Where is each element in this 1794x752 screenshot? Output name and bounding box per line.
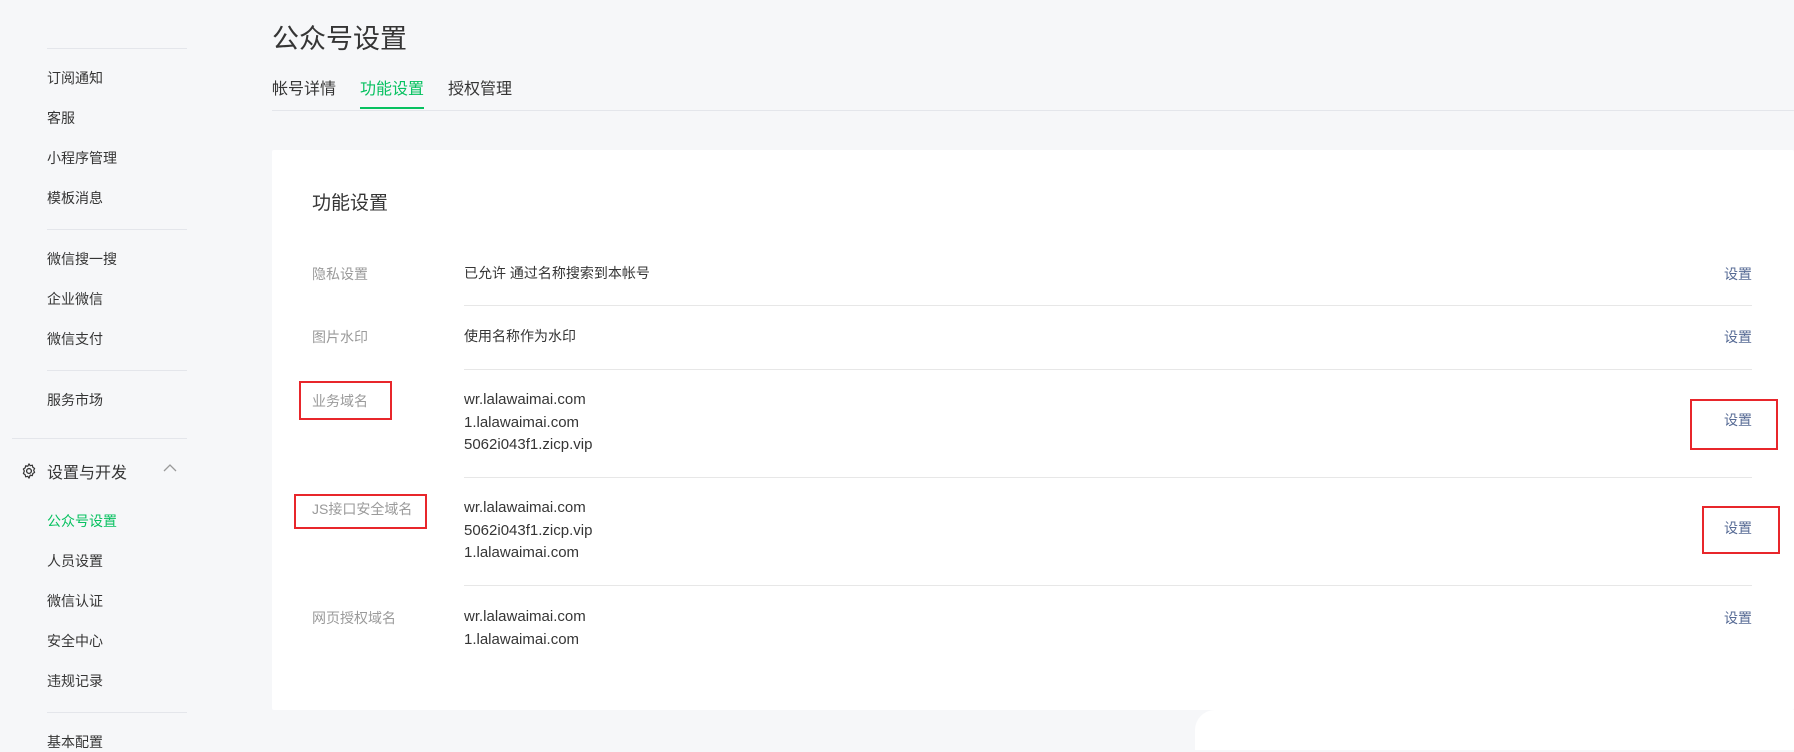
tabs-divider [272,110,1794,111]
sidebar-item-service-market[interactable]: 服务市场 [47,390,103,410]
value-line: wr.lalawaimai.com [464,499,586,516]
value-line: wr.lalawaimai.com [464,608,586,625]
sidebar-item-security-center[interactable]: 安全中心 [47,631,103,651]
sidebar-divider [47,229,187,230]
sidebar-group-label: 设置与开发 [47,465,128,482]
row-divider [464,585,1752,586]
sidebar-item-member-settings[interactable]: 人员设置 [47,551,103,571]
settings-link[interactable]: 设置 [1724,264,1752,284]
settings-link[interactable]: 设置 [1724,327,1752,347]
sidebar-divider [47,370,187,371]
row-label: 图片水印 [312,329,368,345]
sidebar-divider [47,48,187,49]
sidebar-item-wechat-search[interactable]: 微信搜一搜 [47,249,117,269]
tab-account-details[interactable]: 帐号详情 [272,78,336,110]
value-line: 1.lalawaimai.com [464,544,580,561]
sidebar-item-wechat-verify[interactable]: 微信认证 [47,591,103,611]
function-settings-card: 功能设置 隐私设置 已允许 通过名称搜索到本帐号 设置 图片水印 使用名称作为水… [272,150,1794,710]
sidebar-item-miniprogram[interactable]: 小程序管理 [47,148,117,168]
row-value: wr.lalawaimai.com 5062i043f1.zicp.vip 1.… [464,497,592,565]
sidebar-item-wechat-pay[interactable]: 微信支付 [47,329,103,349]
row-value: 已允许 通过名称搜索到本帐号 [464,262,650,285]
sidebar-item-account-settings[interactable]: 公众号设置 [47,511,117,531]
highlight-box-js-domain-action [1702,506,1780,554]
sidebar: 订阅通知 客服 小程序管理 模板消息 微信搜一搜 企业微信 微信支付 服务市场 … [0,0,200,750]
value-line: 使用名称作为水印 [464,328,576,344]
settings-row-business-domain: 业务域名 wr.lalawaimai.com 1.lalawaimai.com … [312,391,1752,499]
tab-function-settings[interactable]: 功能设置 [360,78,425,110]
settings-row-oauth-domain: 网页授权域名 wr.lalawaimai.com 1.lalawaimai.co… [312,608,1752,678]
highlight-box-business-domain-action [1690,399,1778,450]
sidebar-item-work-wechat[interactable]: 企业微信 [47,289,103,309]
sidebar-group-settings-dev[interactable]: 设置与开发 [20,459,177,483]
sidebar-divider [47,712,187,713]
value-line: 已允许 通过名称搜索到本帐号 [464,265,650,281]
settings-row-watermark: 图片水印 使用名称作为水印 设置 [312,327,1752,390]
sidebar-item-customer-service[interactable]: 客服 [47,108,75,128]
sidebar-item-violation-record[interactable]: 违规记录 [47,671,103,691]
settings-row-privacy: 隐私设置 已允许 通过名称搜索到本帐号 设置 [312,264,1752,327]
row-divider [464,477,1752,478]
floating-panel-edge [1195,710,1794,750]
gear-icon [22,463,36,479]
chevron-up-icon[interactable] [162,462,178,474]
row-value: wr.lalawaimai.com 1.lalawaimai.com 5062i… [464,389,592,457]
sidebar-item-subscribe-notify[interactable]: 订阅通知 [47,68,103,88]
settings-row-js-domain: JS接口安全域名 wr.lalawaimai.com 5062i043f1.zi… [312,499,1752,607]
settings-link[interactable]: 设置 [1724,608,1752,628]
row-label: 网页授权域名 [312,610,396,626]
row-value: 使用名称作为水印 [464,325,576,348]
highlight-box-business-domain-label [299,381,392,420]
value-line: 5062i043f1.zicp.vip [464,436,593,453]
tab-bar: 帐号详情 功能设置 授权管理 [272,78,536,110]
page-title: 公众号设置 [272,24,407,54]
value-line: 5062i043f1.zicp.vip [464,521,593,539]
row-divider [464,305,1752,306]
value-line: wr.lalawaimai.com [464,391,586,408]
tab-authorization-management[interactable]: 授权管理 [448,78,512,110]
sidebar-divider [12,438,187,439]
sidebar-item-basic-config[interactable]: 基本配置 [47,732,103,752]
value-line: 1.lalawaimai.com [464,630,580,648]
value-line: 1.lalawaimai.com [464,413,580,431]
sidebar-item-template-msg[interactable]: 模板消息 [47,188,103,208]
row-divider [464,369,1752,370]
row-value: wr.lalawaimai.com 1.lalawaimai.com [464,606,586,651]
row-label: 隐私设置 [312,266,368,282]
card-title: 功能设置 [312,193,389,214]
highlight-box-js-domain-label [294,494,427,529]
